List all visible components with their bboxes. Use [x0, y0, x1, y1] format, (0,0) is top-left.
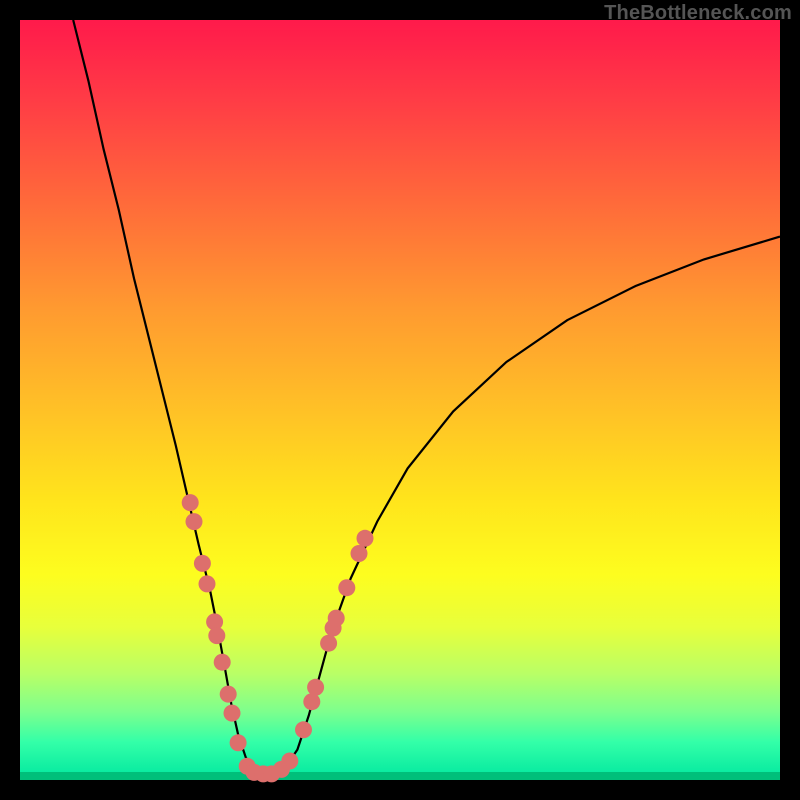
- chart-svg: [20, 20, 780, 780]
- marker-group: [182, 494, 374, 782]
- outer-frame: TheBottleneck.com: [0, 0, 800, 800]
- data-marker: [194, 555, 211, 572]
- data-marker: [328, 610, 345, 627]
- data-marker: [182, 494, 199, 511]
- data-marker: [220, 686, 237, 703]
- data-marker: [303, 693, 320, 710]
- data-marker: [208, 627, 225, 644]
- data-marker: [320, 635, 337, 652]
- plot-area: [20, 20, 780, 780]
- data-marker: [214, 654, 231, 671]
- data-marker: [230, 734, 247, 751]
- data-marker: [199, 575, 216, 592]
- data-marker: [281, 753, 298, 770]
- data-marker: [357, 530, 374, 547]
- data-marker: [295, 721, 312, 738]
- data-marker: [224, 705, 241, 722]
- data-marker: [186, 513, 203, 530]
- data-marker: [307, 679, 324, 696]
- bottleneck-curve: [73, 20, 780, 774]
- data-marker: [351, 545, 368, 562]
- data-marker: [338, 579, 355, 596]
